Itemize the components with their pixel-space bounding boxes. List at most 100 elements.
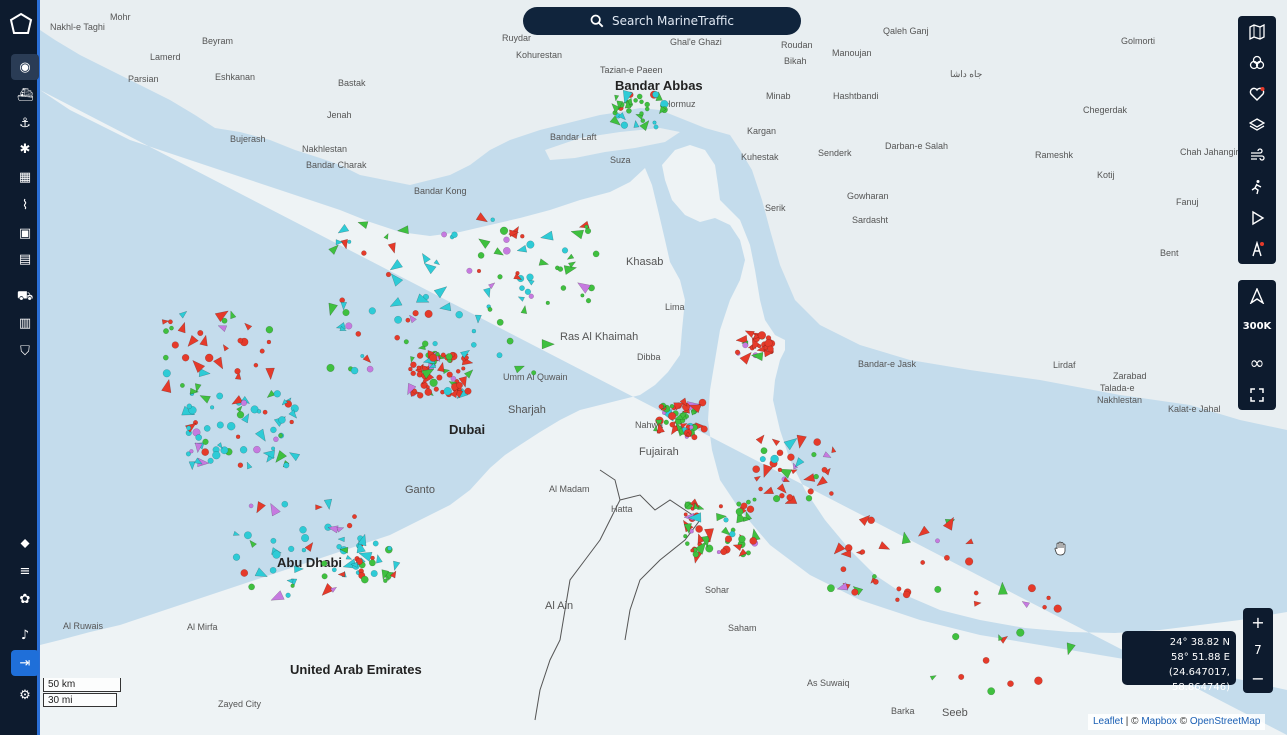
vessel-marker[interactable]: [526, 240, 535, 249]
vessel-marker[interactable]: [421, 340, 429, 347]
vessel-marker[interactable]: [526, 273, 534, 281]
vessel-marker[interactable]: [446, 371, 453, 378]
vessel-marker[interactable]: [270, 426, 277, 434]
vessel-marker[interactable]: [503, 236, 510, 244]
vessel-marker[interactable]: [471, 328, 477, 334]
vessel-marker[interactable]: [720, 548, 728, 556]
vessel-marker[interactable]: [266, 339, 272, 345]
vessel-marker[interactable]: [253, 445, 261, 454]
vessel-marker[interactable]: [746, 505, 755, 513]
vessel-marker[interactable]: [935, 538, 940, 544]
vessel-marker[interactable]: [285, 592, 291, 598]
vessel-marker[interactable]: [700, 425, 708, 433]
anchor-nav-button[interactable]: ⚓: [11, 110, 39, 136]
vessel-marker[interactable]: [826, 584, 835, 593]
vessel-marker[interactable]: [410, 370, 416, 377]
vessel-marker[interactable]: [738, 535, 746, 543]
building-nav-button[interactable]: ▦: [11, 164, 39, 190]
vessel-marker[interactable]: [197, 329, 204, 337]
vessel-marker[interactable]: [767, 345, 774, 353]
vessel-marker[interactable]: [497, 274, 503, 280]
vessel-marker[interactable]: [840, 566, 847, 573]
vessel-marker[interactable]: [813, 473, 819, 480]
map[interactable]: Mohr Nakhl-e Taghi Beyram Lamerd Parsian Eshk…: [40, 0, 1287, 735]
vessel-marker[interactable]: [243, 531, 252, 540]
vessel-marker[interactable]: [273, 436, 279, 443]
vessel-marker[interactable]: [752, 465, 761, 474]
vessel-marker[interactable]: [777, 467, 783, 473]
vessel-marker[interactable]: [639, 99, 644, 105]
vessel-marker[interactable]: [653, 124, 659, 130]
vessel-marker[interactable]: [345, 322, 353, 330]
vessel-marker[interactable]: [387, 545, 393, 551]
vessel-marker[interactable]: [772, 494, 781, 503]
vessel-marker[interactable]: [162, 369, 171, 378]
zoom-out-button[interactable]: −: [1243, 664, 1273, 692]
vessel-marker[interactable]: [207, 457, 214, 464]
vessel-marker[interactable]: [253, 362, 259, 368]
vessel-marker[interactable]: [436, 374, 443, 381]
vessel-marker[interactable]: [336, 543, 342, 550]
fleet-nav-button[interactable]: ⛟: [11, 284, 39, 310]
search-bar[interactable]: Search MarineTraffic: [523, 7, 801, 35]
vessel-marker[interactable]: [871, 574, 877, 579]
vessel-marker[interactable]: [368, 307, 376, 315]
vessel-marker[interactable]: [216, 392, 224, 400]
vessel-marker[interactable]: [668, 412, 677, 421]
vessel-marker[interactable]: [162, 354, 169, 361]
vessel-marker[interactable]: [248, 503, 254, 509]
map-canvas[interactable]: Mohr Nakhl-e Taghi Beyram Lamerd Parsian Eshk…: [40, 0, 1287, 735]
vessel-marker[interactable]: [506, 337, 514, 345]
vessel-marker[interactable]: [736, 501, 742, 507]
vessel-marker[interactable]: [896, 586, 902, 592]
vessel-marker[interactable]: [370, 569, 378, 578]
vessel-marker[interactable]: [216, 421, 224, 429]
vessel-marker[interactable]: [716, 550, 721, 555]
vessel-marker[interactable]: [757, 343, 762, 349]
vessel-marker[interactable]: [760, 447, 768, 455]
vessel-marker[interactable]: [531, 370, 537, 376]
north-button[interactable]: [1238, 280, 1276, 311]
vessel-marker[interactable]: [429, 378, 438, 387]
vessel-marker[interactable]: [445, 353, 453, 361]
vessel-marker[interactable]: [383, 578, 388, 583]
vessel-marker[interactable]: [424, 388, 433, 396]
integrations-nav-button[interactable]: ✿: [11, 586, 39, 612]
vessel-marker[interactable]: [433, 386, 439, 392]
document-nav-button[interactable]: ▤: [11, 246, 39, 272]
vessel-marker[interactable]: [240, 569, 249, 577]
photo-nav-button[interactable]: ▣: [11, 220, 39, 246]
vessel-marker[interactable]: [633, 98, 638, 103]
vessel-marker[interactable]: [496, 318, 504, 326]
vessel-marker[interactable]: [394, 315, 403, 324]
vessel-marker[interactable]: [232, 553, 241, 561]
vessel-marker[interactable]: [502, 246, 511, 255]
mapbox-link[interactable]: Mapbox: [1141, 716, 1177, 727]
vessel-marker[interactable]: [189, 449, 194, 454]
vessel-marker[interactable]: [652, 91, 660, 98]
vessel-marker[interactable]: [347, 239, 352, 244]
vessel-marker[interactable]: [626, 107, 632, 114]
vessel-marker[interactable]: [584, 224, 589, 229]
vessel-marker[interactable]: [652, 120, 657, 125]
vessel-marker[interactable]: [385, 271, 392, 278]
vessel-marker[interactable]: [272, 550, 281, 559]
vessel-marker[interactable]: [355, 331, 362, 337]
vessel-marker[interactable]: [195, 434, 203, 441]
vessel-marker[interactable]: [346, 522, 353, 529]
vessel-marker[interactable]: [235, 434, 241, 440]
vessel-marker[interactable]: [776, 449, 784, 457]
vessel-marker[interactable]: [301, 547, 307, 553]
vessel-marker[interactable]: [262, 409, 268, 415]
favorites-button[interactable]: [1238, 78, 1276, 109]
vessel-marker[interactable]: [683, 534, 688, 539]
zoom-in-button[interactable]: +: [1243, 608, 1273, 636]
vessel-marker[interactable]: [201, 448, 210, 456]
vessel-marker[interactable]: [669, 421, 676, 428]
playback-button[interactable]: [1238, 202, 1276, 233]
vessel-marker[interactable]: [226, 421, 236, 431]
vessel-marker[interactable]: [691, 434, 698, 441]
vessel-marker[interactable]: [658, 403, 664, 410]
vessel-marker[interactable]: [1027, 584, 1036, 593]
vessel-marker[interactable]: [299, 526, 307, 534]
